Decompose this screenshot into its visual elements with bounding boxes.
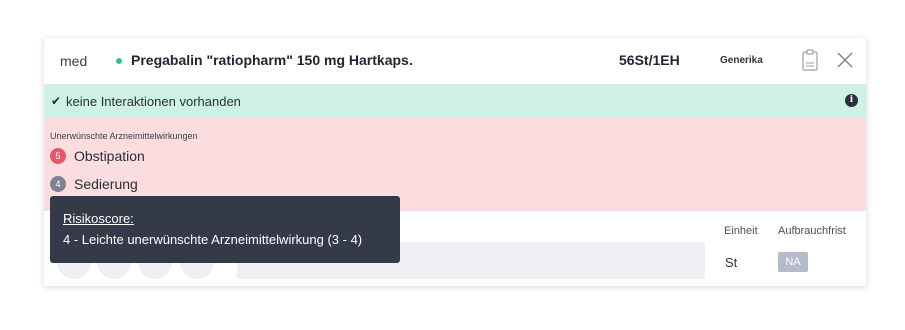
tooltip-text: 4 - Leichte unerwünschte Arzneimittelwir… (63, 232, 363, 247)
interactions-banner: ✔ keine Interaktionen vorhanden i (44, 85, 866, 118)
check-icon: ✔ (51, 94, 62, 108)
side-effect-label: Sedierung (74, 176, 138, 192)
clipboard-icon[interactable] (802, 49, 818, 71)
aufbrauchfrist-badge[interactable]: NA (778, 252, 808, 272)
risk-score-badge[interactable]: 4 (50, 176, 66, 192)
side-effect-label: Obstipation (74, 148, 145, 164)
info-icon[interactable]: i (845, 94, 858, 107)
tooltip-title: Risikoscore: (63, 211, 134, 226)
medication-header: med Pregabalin "ratiopharm" 150 mg Hartk… (44, 38, 866, 85)
risk-score-badge[interactable]: 5 (50, 148, 66, 164)
medication-type: med (60, 53, 88, 69)
einheit-label: Einheit (724, 225, 758, 237)
interactions-text: keine Interaktionen vorhanden (66, 94, 241, 109)
status-dot (116, 58, 122, 64)
generic-label: Generika (720, 55, 763, 66)
package-size: 56St/1EH (619, 52, 680, 68)
risk-score-tooltip: Risikoscore: 4 - Leichte unerwünschte Ar… (50, 196, 400, 263)
einheit-value: St (725, 255, 738, 270)
aufbrauchfrist-label: Aufbrauchfrist (778, 225, 846, 237)
side-effects-title: Unerwünschte Arzneimittelwirkungen (50, 131, 198, 141)
close-icon[interactable] (836, 51, 854, 69)
medication-name[interactable]: Pregabalin "ratiopharm" 150 mg Hartkaps. (131, 52, 413, 68)
